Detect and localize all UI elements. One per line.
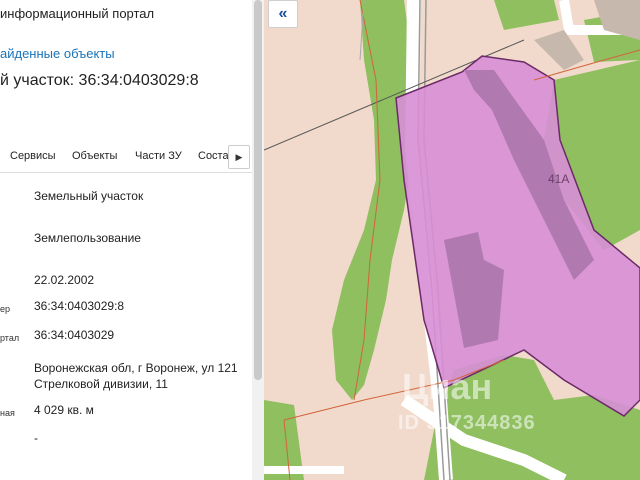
watermark: Циан (402, 366, 493, 407)
watermark-id: ID 317344836 (398, 412, 536, 434)
tab-scroll-button[interactable]: ▶ (228, 145, 250, 169)
detail-label-number: ер (0, 304, 11, 314)
detail-address: Воронежская обл, г Воронеж, ул 121 Стрел… (34, 361, 238, 391)
detail-object-type: Земельный участок (34, 189, 144, 203)
building-number-label: 41А (548, 172, 570, 186)
detail-cadastral-number: 36:34:0403029:8 (34, 299, 125, 313)
tab-services[interactable]: Сервисы (10, 150, 56, 162)
detail-cadastral-quarter: 36:34:0403029 (34, 328, 115, 342)
detail-object-kind: Землепользование (34, 231, 141, 245)
chevron-right-icon: ▶ (235, 151, 243, 162)
map-canvas (264, 0, 640, 480)
panel-scrollbar[interactable] (252, 0, 264, 480)
detail-label-area: ная (0, 408, 15, 418)
info-panel: информационный портал айденные объекты й… (0, 0, 252, 480)
parcel-heading: й участок: 36:34:0403029:8 (0, 72, 199, 89)
detail-area: 4 029 кв. м (34, 403, 94, 417)
detail-date: 22.02.2002 (34, 273, 95, 287)
tab-composition[interactable]: Соста (198, 150, 229, 162)
found-objects-link[interactable]: айденные объекты (0, 46, 115, 61)
green-area (494, 0, 559, 30)
green-area (332, 0, 414, 400)
tab-bar: Сервисы Объекты Части ЗУ Соста ▶ (0, 142, 252, 173)
scrollbar-thumb[interactable] (254, 0, 262, 380)
detail-label-quarter: ртал (0, 333, 20, 343)
building (534, 30, 584, 70)
detail-empty-value: - (34, 431, 38, 445)
tab-objects[interactable]: Объекты (72, 150, 117, 162)
portal-title: информационный портал (0, 6, 155, 21)
collapse-panel-button[interactable]: « (268, 0, 298, 28)
double-chevron-left-icon: « (278, 5, 288, 22)
map-view[interactable] (264, 0, 640, 480)
tab-parcel-parts[interactable]: Части ЗУ (135, 150, 182, 162)
